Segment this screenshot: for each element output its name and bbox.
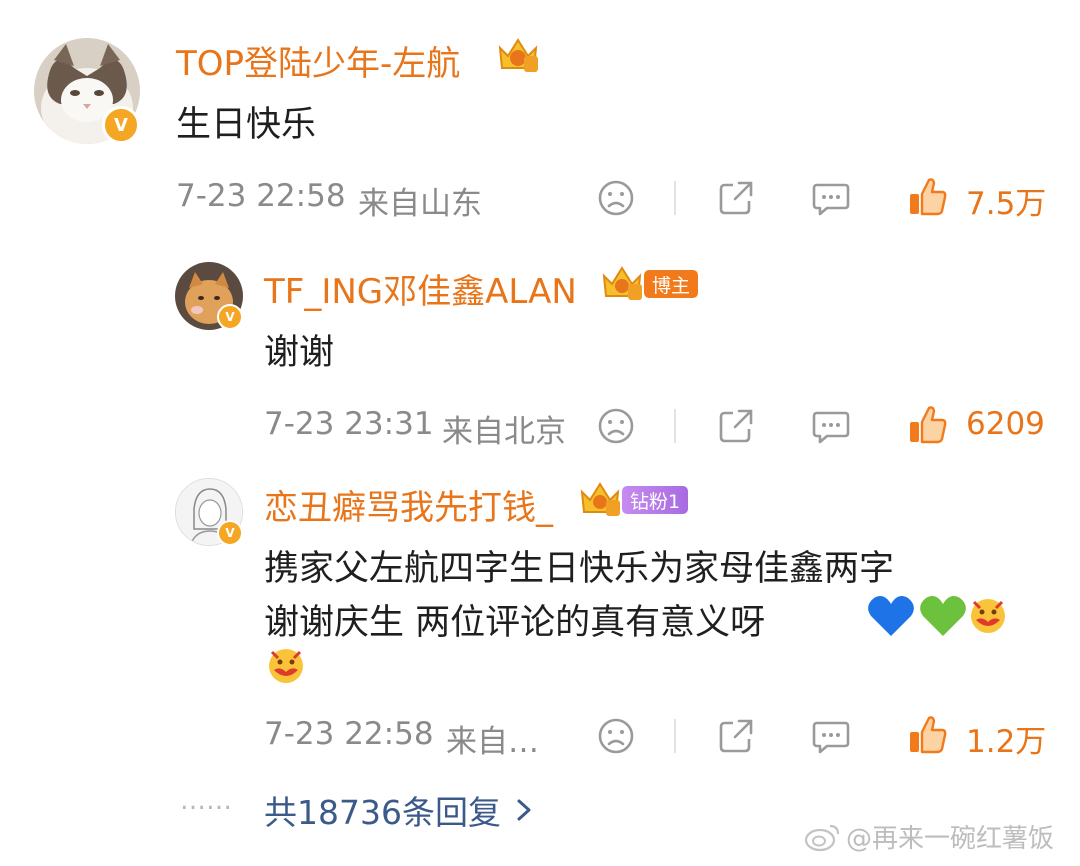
dislike-button[interactable] xyxy=(594,714,638,758)
comment-location: 来自北京 xyxy=(442,414,566,450)
verified-v-icon: V xyxy=(217,520,243,546)
comment-text: 生日快乐 xyxy=(176,105,317,145)
green-heart-emoji xyxy=(918,594,968,638)
divider xyxy=(674,409,676,443)
comment-text-line2: 谢谢庆生 两位评论的真有意义呀 xyxy=(264,603,766,643)
share-icon xyxy=(719,409,753,443)
like-button[interactable] xyxy=(906,402,950,448)
comment-time: 7-23 23:31 xyxy=(264,406,434,442)
avatar-tf-ing-alan[interactable]: V xyxy=(175,262,243,330)
share-button[interactable] xyxy=(714,714,758,758)
chevron-right-icon xyxy=(517,799,531,821)
verified-v-icon: V xyxy=(217,304,243,330)
avatar-top-zuohang[interactable]: V xyxy=(34,38,140,144)
love-face-emoji xyxy=(968,596,1008,636)
weibo-watermark: @再来一碗红薯饭 xyxy=(804,818,1054,855)
vip-crown-icon xyxy=(578,478,624,518)
comment-icon xyxy=(812,411,850,444)
thumbs-up-icon xyxy=(910,178,947,216)
love-face-emoji xyxy=(266,646,306,686)
comment-time: 7-23 22:58 xyxy=(264,716,434,752)
view-replies-link[interactable]: 共18736条回复 xyxy=(264,786,537,834)
vip-crown-icon xyxy=(494,34,542,74)
dislike-face-icon xyxy=(598,408,634,444)
comment-time: 7-23 22:58 xyxy=(176,178,346,214)
dislike-face-icon xyxy=(598,180,634,216)
like-count: 7.5万 xyxy=(966,186,1047,222)
comment-icon xyxy=(812,183,850,216)
comment-username[interactable]: 恋丑癖骂我先打钱_ xyxy=(264,480,553,529)
comment-location: 来自山东 xyxy=(358,186,482,222)
weibo-logo-icon xyxy=(804,824,840,851)
like-count: 6209 xyxy=(966,406,1045,442)
thumbs-up-icon xyxy=(910,716,947,754)
avatar-liancholi[interactable]: V xyxy=(175,478,243,546)
share-button[interactable] xyxy=(714,176,758,220)
watermark-text: @再来一碗红薯饭 xyxy=(846,824,1055,854)
thumbs-up-icon xyxy=(910,406,947,444)
verified-v-icon: V xyxy=(102,106,140,144)
comment-text-line1: 携家父左航四字生日快乐为家母佳鑫两字 xyxy=(264,549,895,589)
dislike-button[interactable] xyxy=(594,404,638,448)
share-icon xyxy=(719,719,753,753)
divider xyxy=(674,719,676,753)
blue-heart-emoji xyxy=(866,594,916,638)
divider xyxy=(674,181,676,215)
share-icon xyxy=(719,181,753,215)
comment-username[interactable]: TF_ING邓佳鑫ALAN xyxy=(264,264,577,313)
diamond-fan-badge: 钻粉1 xyxy=(622,486,689,514)
dislike-button[interactable] xyxy=(594,176,638,220)
like-button[interactable] xyxy=(906,712,950,758)
comment-icon xyxy=(812,721,850,754)
blogger-badge: 博主 xyxy=(644,270,699,298)
share-button[interactable] xyxy=(714,404,758,448)
comment-button[interactable] xyxy=(808,714,854,758)
like-button[interactable] xyxy=(906,174,950,220)
comment-location: 来自… xyxy=(446,724,539,760)
dislike-face-icon xyxy=(598,718,634,754)
comment-button[interactable] xyxy=(808,404,854,448)
comment-text: 谢谢 xyxy=(264,333,335,373)
comment-username[interactable]: TOP登陆少年-左航 xyxy=(176,36,460,85)
comment-button[interactable] xyxy=(808,176,854,220)
like-count: 1.2万 xyxy=(966,724,1047,760)
replies-label: 共18736条回复 xyxy=(264,793,501,832)
thread-dots: …… xyxy=(180,786,232,816)
vip-crown-icon xyxy=(600,262,646,302)
